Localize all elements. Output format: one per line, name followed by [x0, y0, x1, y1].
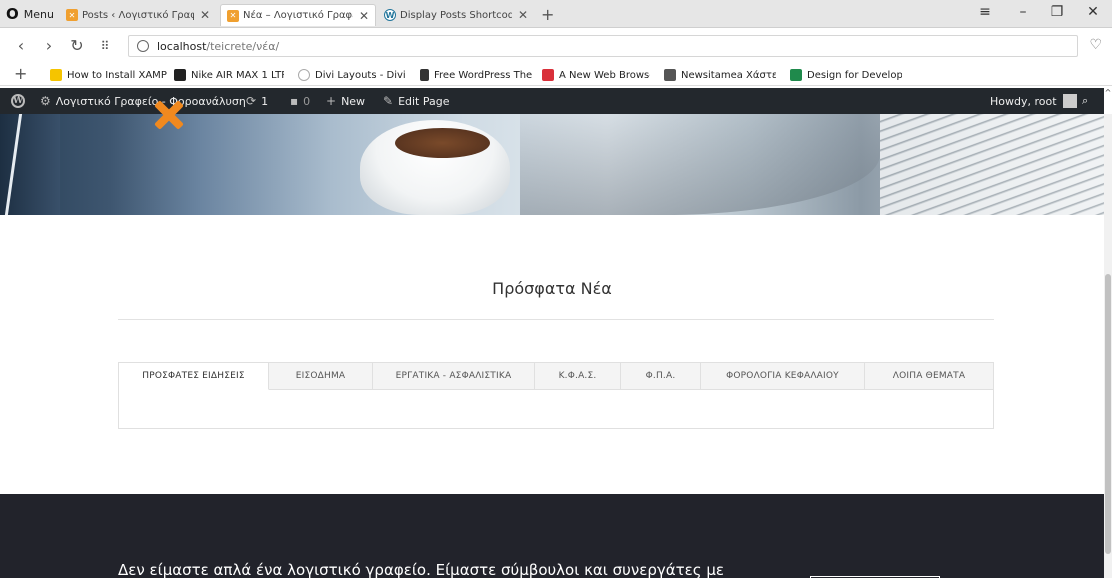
opera-menu-button[interactable]: O Menu: [6, 6, 54, 22]
menu-label: Menu: [23, 7, 54, 21]
close-window-icon[interactable]: ✕: [1078, 4, 1108, 20]
tab-posts[interactable]: ✕ Posts ‹ Λογιστικό Γραφείο ✕: [60, 4, 216, 26]
divi-favicon-icon: [298, 69, 310, 81]
site-name-link[interactable]: ⚙ Λογιστικό Γραφείο - Φοροανάλυση: [40, 88, 246, 114]
new-tab-button[interactable]: +: [541, 5, 554, 24]
nike-favicon-icon: [174, 69, 186, 81]
tab-capital-tax[interactable]: ΦΟΡΟΛΟΓΙΑ ΚΕΦΑΛΑΙΟΥ: [701, 363, 865, 390]
about-text: Δεν είμαστε απλά ένα λογιστικό γραφείο. …: [118, 561, 724, 579]
updates-icon: ⟳: [246, 94, 257, 108]
wordpress-favicon-icon: W: [384, 9, 396, 21]
new-content-link[interactable]: + New: [326, 88, 365, 114]
forward-icon[interactable]: ›: [38, 34, 60, 58]
design-favicon-icon: [790, 69, 802, 81]
site-favicon-icon: ✕: [227, 9, 239, 22]
plus-icon: +: [326, 94, 337, 108]
tab-income[interactable]: ΕΙΣΟΔΗΜΑ: [269, 363, 373, 390]
tab-menu-icon[interactable]: ≡: [970, 4, 1000, 20]
tab-kfas[interactable]: Κ.Φ.Α.Σ.: [535, 363, 621, 390]
close-tab-icon[interactable]: ✕: [200, 8, 210, 22]
tab-title: Display Posts Shortcode –: [400, 9, 512, 21]
orange-cross-marker-icon: [152, 98, 186, 132]
dashboard-icon: ⚙: [40, 94, 51, 108]
tab-title: Νέα – Λογιστικό Γραφείο: [243, 10, 353, 21]
avatar: [1062, 94, 1077, 108]
bookmark-item[interactable]: Free WordPress Them: [420, 67, 532, 83]
url-path: /teicrete/νέα/: [206, 39, 280, 53]
bookmark-item[interactable]: How to Install XAMP: [50, 67, 170, 83]
add-bookmark-icon[interactable]: +: [14, 64, 27, 84]
bookmark-item[interactable]: Newsitamea Χάστε β: [664, 67, 776, 83]
document-icon: [420, 69, 429, 81]
search-icon[interactable]: ⌕: [1082, 88, 1088, 114]
xampp-favicon-icon: [50, 69, 62, 81]
scrollbar-thumb[interactable]: [1105, 274, 1111, 554]
about-section: Δεν είμαστε απλά ένα λογιστικό γραφείο. …: [0, 494, 1104, 586]
tab-display-posts[interactable]: W Display Posts Shortcode – ✕: [378, 4, 534, 26]
bookmark-item[interactable]: A New Web Browser: [542, 67, 650, 83]
wordpress-logo-button[interactable]: W: [11, 88, 25, 114]
tab-recent-news[interactable]: ΠΡΟΣΦΑΤΕΣ ΕΙΔΗΣΕΙΣ: [119, 363, 269, 390]
edit-page-link[interactable]: ✎ Edit Page: [383, 88, 450, 114]
close-tab-icon[interactable]: ✕: [518, 8, 528, 22]
address-bar-row: ‹ › ↻ ⠿ localhost/teicrete/νέα/ ♡: [0, 34, 1112, 58]
tab-fpa[interactable]: Φ.Π.Α.: [621, 363, 701, 390]
pencil-icon: ✎: [383, 94, 394, 108]
page-scrollbar[interactable]: [1104, 114, 1112, 578]
url-host: localhost: [157, 39, 207, 53]
restore-icon[interactable]: ❐: [1042, 4, 1072, 20]
bookmarks-bar: + How to Install XAMP Nike AIR MAX 1 LTR…: [0, 64, 1112, 86]
tab-labour-insurance[interactable]: ΕΡΓΑΤΙΚΑ - ΑΣΦΑΛΙΣΤΙΚΑ: [373, 363, 535, 390]
section-title: Πρόσφατα Νέα: [492, 279, 612, 298]
scroll-up-icon[interactable]: ^: [1104, 88, 1112, 114]
comments-link[interactable]: ▪ 0: [290, 88, 310, 114]
globe-icon: [137, 40, 149, 52]
minimize-icon[interactable]: –: [1008, 4, 1038, 20]
browser-tab-strip: O Menu ✕ Posts ‹ Λογιστικό Γραφείο ✕ ✕ Ν…: [0, 0, 1112, 28]
home-icon: [664, 69, 676, 81]
tab-other-topics[interactable]: ΛΟΙΠΑ ΘΕΜΑΤΑ: [865, 363, 993, 390]
url-input[interactable]: localhost/teicrete/νέα/: [128, 35, 1078, 57]
newspaper-image: [880, 114, 1104, 215]
back-icon[interactable]: ‹: [10, 34, 32, 58]
site-favicon-icon: ✕: [66, 9, 78, 21]
account-menu[interactable]: Howdy, root: [990, 88, 1077, 114]
vivaldi-favicon-icon: [542, 69, 554, 81]
category-tabs-widget: ΠΡΟΣΦΑΤΕΣ ΕΙΔΗΣΕΙΣ ΕΙΣΟΔΗΜΑ ΕΡΓΑΤΙΚΑ - Α…: [118, 362, 994, 429]
tab-title: Posts ‹ Λογιστικό Γραφείο: [82, 9, 194, 21]
opera-logo-icon: O: [6, 5, 19, 23]
close-tab-icon[interactable]: ✕: [359, 9, 369, 23]
divider: [118, 319, 994, 320]
bookmark-item[interactable]: Design for Developer: [790, 67, 902, 83]
bookmark-heart-icon[interactable]: ♡: [1089, 37, 1102, 53]
speed-dial-icon[interactable]: ⠿: [94, 34, 116, 58]
wordpress-logo-icon: W: [11, 94, 25, 108]
comment-icon: ▪: [290, 94, 299, 108]
bookmark-item[interactable]: Nike AIR MAX 1 LTR P: [174, 67, 284, 83]
updates-link[interactable]: ⟳ 1: [246, 88, 268, 114]
page-content: Πρόσφατα Νέα ΠΡΟΣΦΑΤΕΣ ΕΙΔΗΣΕΙΣ ΕΙΣΟΔΗΜΑ…: [0, 215, 1104, 494]
tab-nea[interactable]: ✕ Νέα – Λογιστικό Γραφείο ✕: [220, 4, 376, 26]
bookmark-item[interactable]: Divi Layouts - Divi Th: [298, 67, 408, 83]
category-tabs-row: ΠΡΟΣΦΑΤΕΣ ΕΙΔΗΣΕΙΣ ΕΙΣΟΔΗΜΑ ΕΡΓΑΤΙΚΑ - Α…: [119, 363, 993, 390]
reload-icon[interactable]: ↻: [66, 34, 88, 58]
